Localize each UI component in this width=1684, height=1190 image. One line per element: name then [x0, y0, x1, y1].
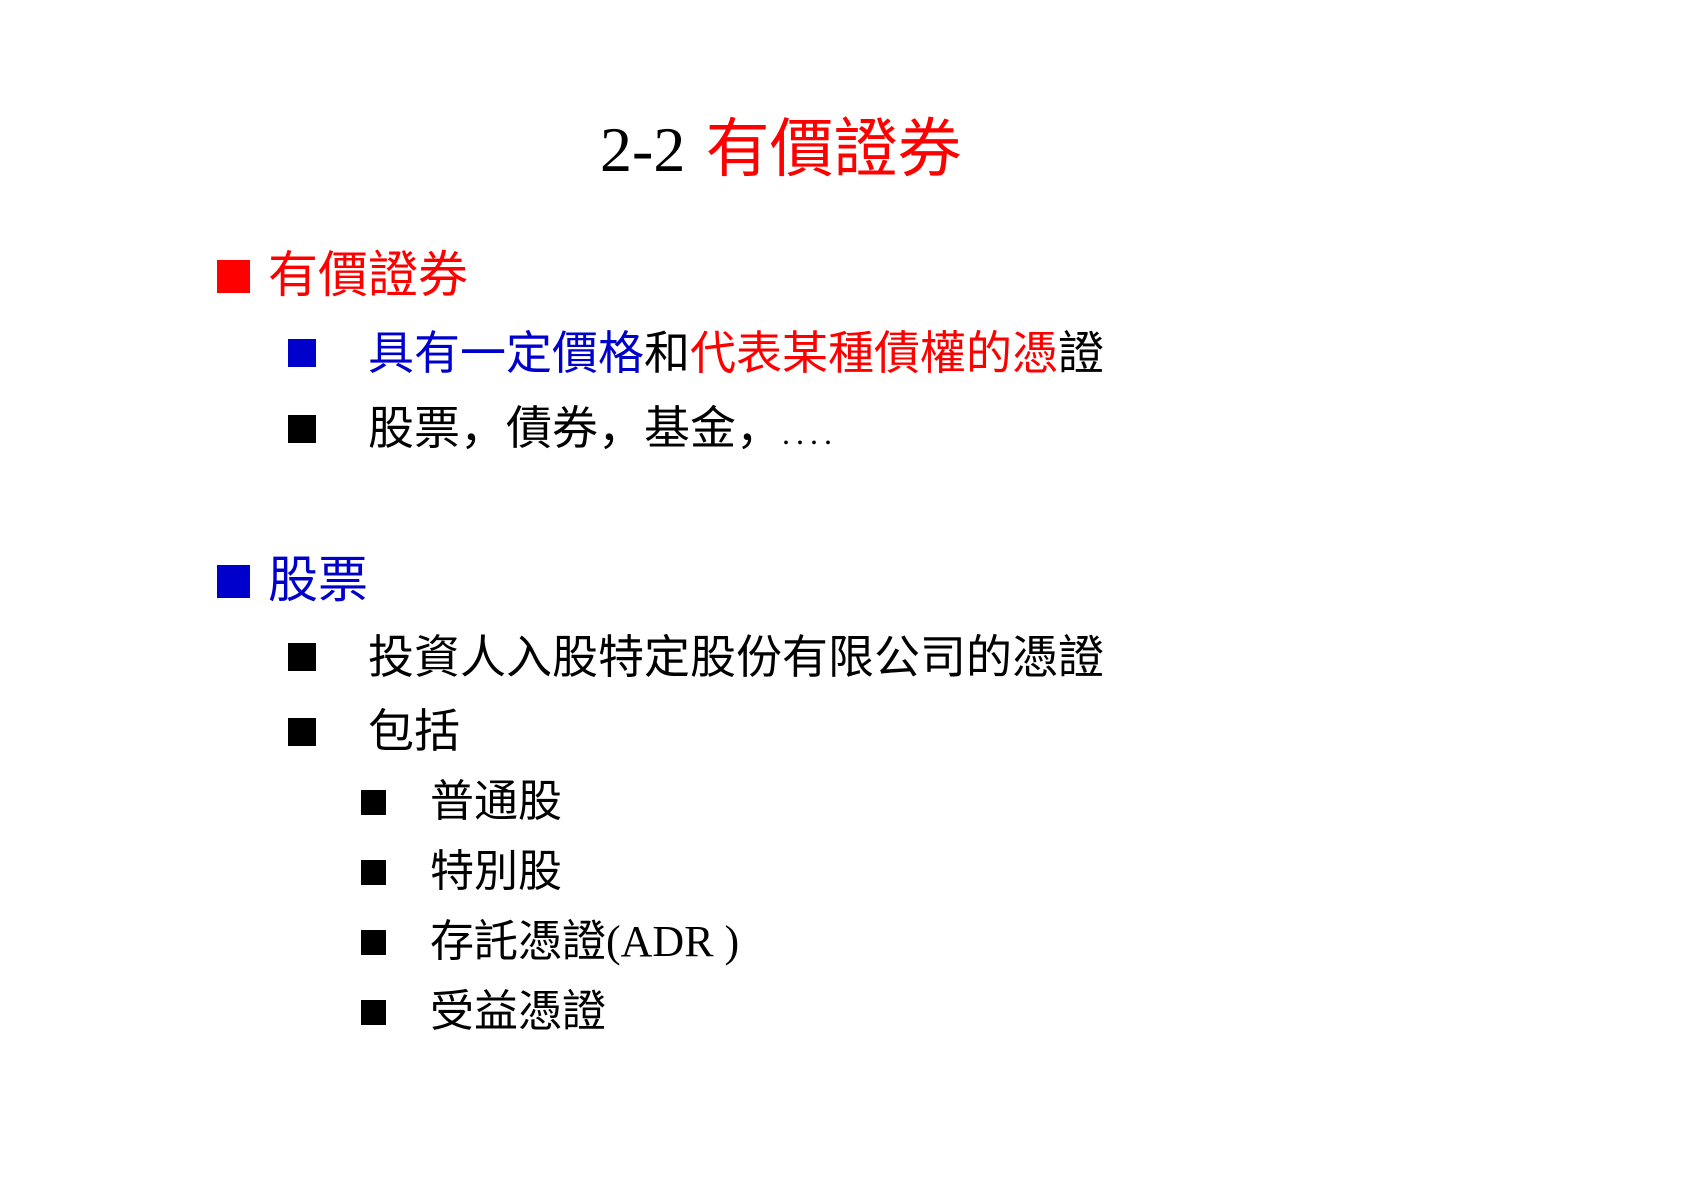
item-1-1-text: 具有一定價格和代表某種債權的憑證	[368, 330, 1104, 376]
section-2-heading: 股票	[268, 551, 368, 609]
item-1-2-bullet-icon	[288, 415, 316, 443]
section-1-heading: 有價證券	[268, 246, 468, 304]
item-1-1-black-part-2: 證	[1058, 326, 1104, 380]
section-2-bullet-icon	[217, 565, 250, 598]
subitem-1-bullet-icon	[361, 790, 386, 815]
subitem-3-latin: (ADR )	[606, 917, 740, 966]
item-1-1-red-part-2: 憑	[1012, 326, 1058, 380]
section-1-bullet-icon	[217, 260, 250, 293]
subitem-4-bullet-icon	[361, 1000, 386, 1025]
item-1-1-black-part: 和	[644, 326, 690, 380]
slide-title-text: 有價證券	[705, 113, 962, 187]
item-1-2-dots: ....	[782, 415, 838, 451]
subitem-4-text: 受益憑證	[430, 986, 606, 1037]
item-1-1-blue-part: 具有一定價格	[368, 326, 644, 380]
subitem-3-cjk: 存託憑證	[430, 916, 606, 967]
subitem-3-bullet-icon	[361, 930, 386, 955]
item-1-2-text: 股票，債券，基金，....	[368, 405, 838, 451]
subitem-3-text: 存託憑證(ADR )	[430, 920, 739, 964]
item-2-2-bullet-icon	[288, 718, 316, 746]
item-2-1-text: 投資人入股特定股份有限公司的憑證	[368, 630, 1104, 684]
item-1-1-bullet-icon	[288, 339, 316, 367]
subitem-2-bullet-icon	[361, 860, 386, 885]
item-1-1-red-part: 代表某種債權的	[690, 326, 1012, 380]
item-1-2-main: 股票，債券，基金，	[368, 401, 782, 455]
item-2-2-text: 包括	[368, 704, 460, 758]
subitem-2-text: 特別股	[430, 846, 562, 897]
item-2-1-bullet-icon	[288, 643, 316, 671]
subitem-1-text: 普通股	[430, 776, 562, 827]
slide-title-number: 2-2	[600, 114, 686, 185]
slide-title: 2-2 有價證券	[600, 118, 962, 183]
